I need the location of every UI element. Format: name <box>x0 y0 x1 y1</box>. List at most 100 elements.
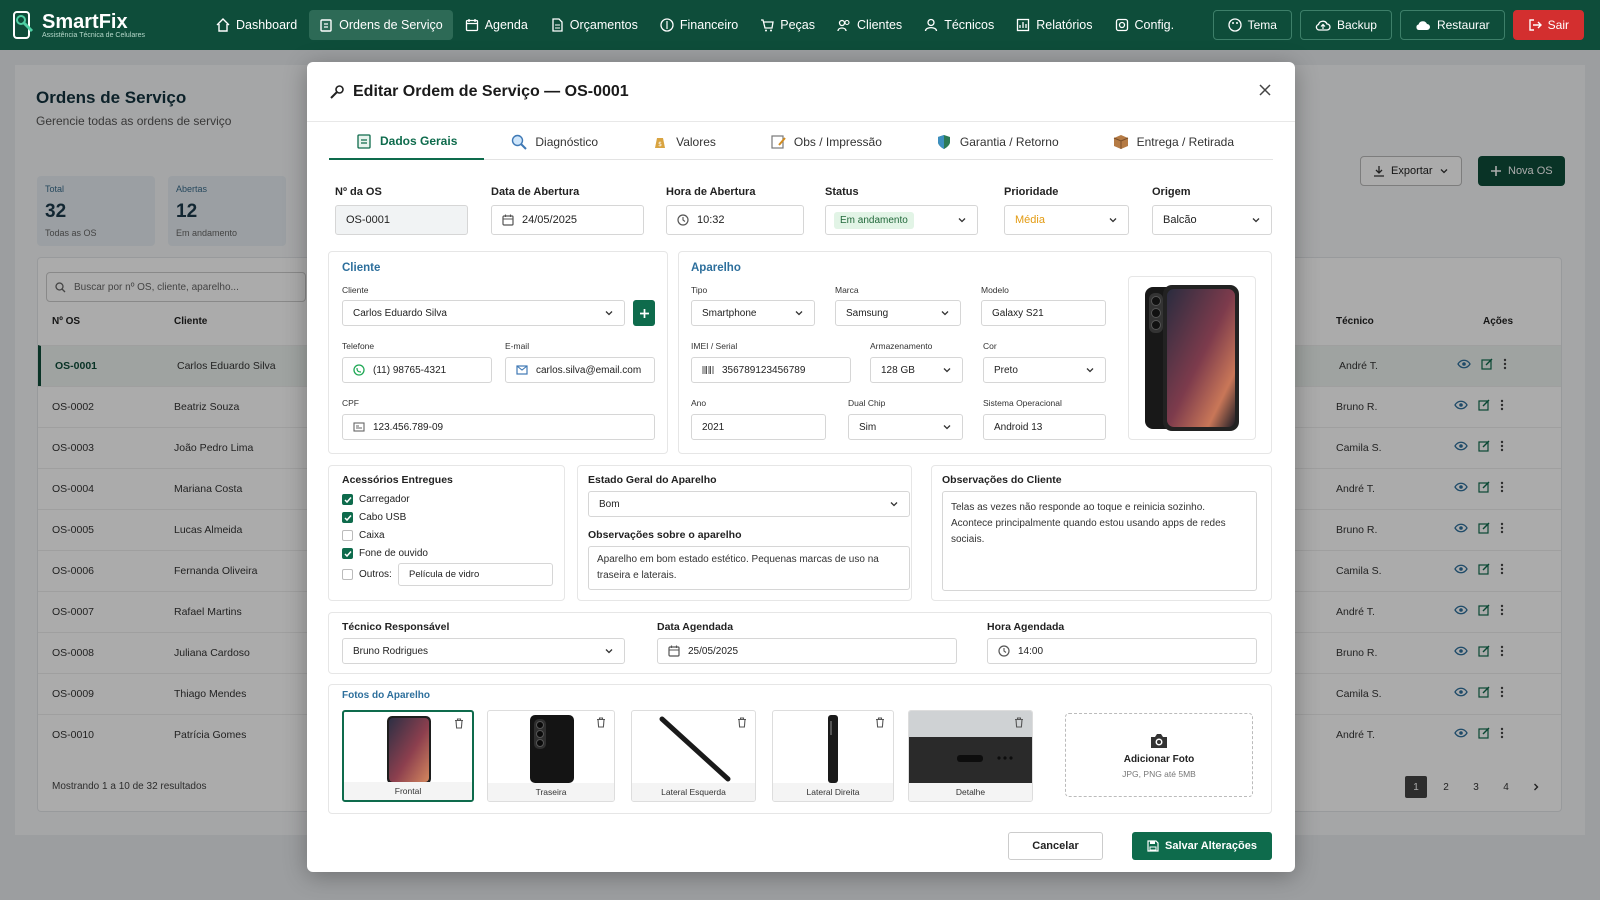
outros-field[interactable]: Película de vidro <box>398 563 553 586</box>
backup-label: Backup <box>1336 18 1377 32</box>
nav-label: Dashboard <box>236 18 298 32</box>
save-button[interactable]: Salvar Alterações <box>1132 832 1272 860</box>
nav-financeiro[interactable]: Financeiro <box>650 10 748 40</box>
cpf-field[interactable]: 123.456.789-09 <box>342 414 655 440</box>
photo-lateral-direita[interactable]: Lateral Direita <box>772 710 894 802</box>
so-field[interactable]: Android 13 <box>983 414 1106 440</box>
photo-traseira[interactable]: Traseira <box>487 710 615 802</box>
add-photo-hint: JPG, PNG até 5MB <box>1122 768 1196 779</box>
palette-icon <box>1227 18 1242 32</box>
field-value: Android 13 <box>994 421 1043 433</box>
email-field[interactable]: carlos.silva@email.com <box>505 357 655 383</box>
nav-dashboard[interactable]: Dashboard <box>206 10 307 40</box>
origem-select[interactable]: Balcão <box>1152 205 1272 235</box>
checkbox-outros[interactable]: Outros: <box>342 569 392 580</box>
photo-caption: Traseira <box>488 783 614 801</box>
delete-photo-button[interactable] <box>875 717 885 728</box>
restaurar-button[interactable]: Restaurar <box>1399 10 1505 40</box>
obs-aparelho-title: Observações sobre o aparelho <box>588 529 742 541</box>
nav-actions: Tema Backup Restaurar Sair <box>1212 10 1584 40</box>
photo-lateral-esquerda[interactable]: Lateral Esquerda <box>631 710 756 802</box>
checkbox[interactable] <box>342 569 353 580</box>
delete-photo-button[interactable] <box>596 717 606 728</box>
imei-field[interactable]: 356789123456789 <box>691 357 851 383</box>
chevron-down-icon <box>605 311 613 316</box>
data-agendada-field[interactable]: 25/05/2025 <box>657 638 957 664</box>
prioridade-select[interactable]: Média <box>1004 205 1129 235</box>
cancel-button[interactable]: Cancelar <box>1008 832 1103 860</box>
tab-garantia-retorno[interactable]: Garantia / Retorno <box>909 124 1086 160</box>
field-value: Bom <box>599 498 620 510</box>
barcode-icon <box>702 366 714 374</box>
checkbox-cabo-usb[interactable]: Cabo USB <box>342 512 406 523</box>
hora-agendada-label: Hora Agendada <box>987 621 1065 633</box>
tab-diagnostico[interactable]: Diagnóstico <box>484 124 625 160</box>
nav-agenda[interactable]: Agenda <box>455 10 538 40</box>
field-value: Película de vidro <box>409 569 480 580</box>
nav-orcamentos[interactable]: Orçamentos <box>540 10 648 40</box>
tecnico-select[interactable]: Bruno Rodrigues <box>342 638 625 664</box>
trash-icon <box>597 717 605 728</box>
obs-cliente-title: Observações do Cliente <box>942 474 1062 486</box>
cliente-select[interactable]: Carlos Eduardo Silva <box>342 300 625 326</box>
dual-chip-select[interactable]: Sim <box>848 414 963 440</box>
checkbox[interactable] <box>342 494 353 505</box>
tipo-label: Tipo <box>691 285 708 295</box>
field-value: 14:00 <box>1018 645 1044 657</box>
checkbox-label: Fone de ouvido <box>359 548 428 559</box>
status-select[interactable]: Em andamento <box>825 205 978 235</box>
check-icon <box>343 496 352 503</box>
cliente-section-title: Cliente <box>342 262 381 274</box>
checkbox-carregador[interactable]: Carregador <box>342 494 410 505</box>
close-button[interactable] <box>1259 84 1271 96</box>
modelo-field[interactable]: Galaxy S21 <box>981 300 1106 326</box>
cor-select[interactable]: Preto <box>983 357 1106 383</box>
nav-clientes[interactable]: Clientes <box>827 10 912 40</box>
backup-button[interactable]: Backup <box>1299 10 1392 40</box>
delete-photo-button[interactable] <box>454 718 464 729</box>
chevron-down-icon <box>1252 218 1260 223</box>
nav-config[interactable]: Config. <box>1105 10 1185 40</box>
tema-button[interactable]: Tema <box>1212 10 1292 40</box>
tab-valores[interactable]: $ Valores <box>625 124 743 160</box>
checkbox[interactable] <box>342 512 353 523</box>
tipo-select[interactable]: Smartphone <box>691 300 815 326</box>
checkbox-caixa[interactable]: Caixa <box>342 530 385 541</box>
cliente-label: Cliente <box>342 285 369 295</box>
data-abertura-field[interactable]: 24/05/2025 <box>491 205 644 235</box>
obs-cliente-textarea[interactable]: Telas as vezes não responde ao toque e r… <box>942 491 1257 591</box>
tab-dados-gerais[interactable]: Dados Gerais <box>329 124 485 160</box>
os-number-field[interactable]: OS-0001 <box>335 205 468 235</box>
nav-relatorios[interactable]: Relatórios <box>1006 10 1102 40</box>
delete-photo-button[interactable] <box>737 717 747 728</box>
nav-pecas[interactable]: Peças <box>750 10 825 40</box>
sair-button[interactable]: Sair <box>1512 10 1584 40</box>
cor-label: Cor <box>983 341 997 351</box>
document-icon <box>552 18 563 32</box>
add-photo-button[interactable]: Adicionar Foto JPG, PNG até 5MB <box>1065 713 1253 797</box>
tab-obs-impressao[interactable]: Obs / Impressão <box>743 124 909 160</box>
status-label: Status <box>825 186 859 198</box>
armazenamento-select[interactable]: 128 GB <box>870 357 963 383</box>
delete-photo-button[interactable] <box>1014 717 1024 728</box>
estado-select[interactable]: Bom <box>588 491 910 517</box>
add-cliente-button[interactable] <box>633 300 655 326</box>
app-logo[interactable]: SmartFix Assistência Técnica de Celulare… <box>10 10 200 40</box>
checkbox-fone[interactable]: Fone de ouvido <box>342 548 428 559</box>
hora-abertura-field[interactable]: 10:32 <box>666 205 804 235</box>
checkbox[interactable] <box>342 530 353 541</box>
photo-detalhe[interactable]: Detalhe <box>908 710 1033 802</box>
photo-frontal[interactable]: Frontal <box>342 710 474 802</box>
tab-entrega-retirada[interactable]: Entrega / Retirada <box>1086 124 1261 160</box>
hora-agendada-field[interactable]: 14:00 <box>987 638 1257 664</box>
field-value: 2021 <box>702 421 725 433</box>
marca-select[interactable]: Samsung <box>835 300 961 326</box>
checkbox[interactable] <box>342 548 353 559</box>
ano-field[interactable]: 2021 <box>691 414 826 440</box>
calendar-icon <box>668 645 680 657</box>
mail-icon <box>516 365 528 375</box>
telefone-field[interactable]: (11) 98765-4321 <box>342 357 492 383</box>
nav-tecnicos[interactable]: Técnicos <box>914 10 1004 40</box>
nav-ordens-servico[interactable]: Ordens de Serviço <box>309 10 453 40</box>
obs-aparelho-textarea[interactable]: Aparelho em bom estado estético. Pequena… <box>588 546 910 590</box>
